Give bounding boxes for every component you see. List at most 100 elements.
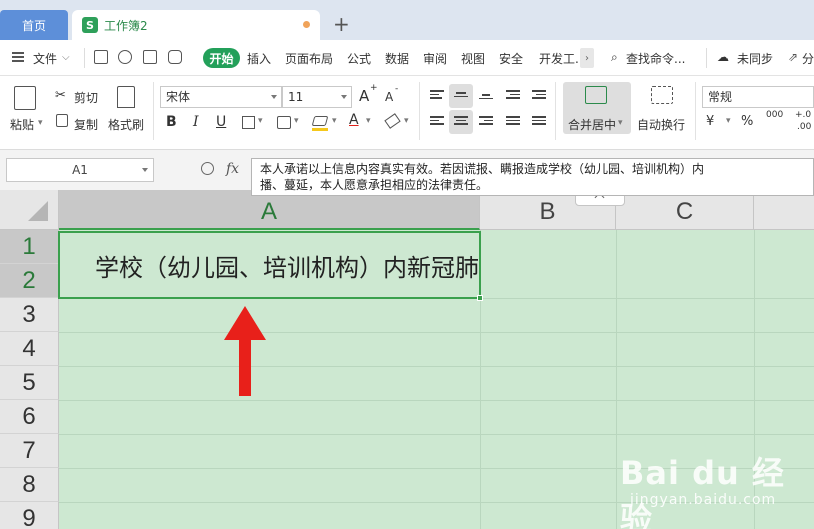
sync-status[interactable]: 未同步 — [737, 50, 773, 67]
cut-button[interactable]: 剪切 — [74, 89, 98, 106]
number-format-select[interactable]: 常规 — [702, 86, 814, 108]
font-name-select[interactable]: 宋体 — [160, 86, 282, 108]
chevron-down-icon[interactable]: ▾ — [258, 116, 263, 126]
row-header-2[interactable]: 2 — [0, 264, 59, 298]
row-header-9[interactable]: 9 — [0, 502, 59, 529]
chevron-down-icon[interactable]: ▾ — [294, 116, 299, 126]
menu-view[interactable]: 视图 — [461, 50, 485, 67]
menu-insert[interactable]: 插入 — [247, 50, 271, 67]
menu-review[interactable]: 审阅 — [423, 50, 447, 67]
formula-content[interactable]: 本人承诺以上信息内容真实有效。若因谎报、瞒报造成学校（幼儿园、培训机构）内 播、… — [251, 158, 814, 196]
menu-security[interactable]: 安全 — [499, 50, 523, 67]
zoom-icon[interactable] — [201, 162, 214, 175]
fill-color-icon[interactable] — [311, 116, 329, 126]
font-color-button[interactable]: A — [349, 112, 359, 128]
align-left-icon[interactable] — [430, 116, 444, 128]
distributed-align-icon[interactable] — [532, 116, 546, 128]
chevron-down-icon[interactable]: ▾ — [404, 116, 409, 126]
menu-data[interactable]: 数据 — [385, 50, 409, 67]
chevron-down-icon[interactable]: ▾ — [366, 116, 371, 126]
column-header-a[interactable]: A — [59, 190, 480, 230]
name-box[interactable]: A1 — [6, 158, 154, 182]
merge-center-button[interactable]: 合并居中 — [568, 116, 616, 133]
column-header-c[interactable]: C — [616, 190, 754, 230]
bold-button[interactable]: B — [166, 114, 177, 130]
divider — [419, 82, 420, 140]
font-name-value: 宋体 — [166, 90, 191, 104]
align-bottom-icon[interactable] — [479, 94, 493, 106]
cell-style-icon[interactable] — [277, 116, 291, 129]
undo-icon[interactable] — [118, 50, 132, 64]
font-size-select[interactable]: 11 — [282, 86, 352, 108]
eraser-icon[interactable] — [384, 113, 401, 129]
hamburger-icon[interactable] — [12, 52, 24, 62]
selected-cell-a1[interactable] — [58, 231, 483, 301]
chevron-down-icon[interactable]: ▾ — [332, 116, 337, 126]
share-label[interactable]: 分享 — [802, 50, 814, 67]
indent-increase-icon[interactable] — [532, 90, 546, 102]
tab-bar: 首页 S 工作簿2 + — [0, 0, 814, 40]
underline-button[interactable]: U — [216, 114, 226, 130]
align-right-icon[interactable] — [479, 116, 493, 128]
italic-button[interactable]: I — [193, 114, 199, 130]
align-top-icon[interactable] — [430, 90, 444, 102]
print-preview-icon[interactable] — [168, 50, 182, 64]
tab-home[interactable]: 首页 — [0, 10, 68, 40]
row-header-8[interactable]: 8 — [0, 468, 59, 502]
thousands-button[interactable]: 000 — [766, 110, 783, 120]
format-painter-button[interactable]: 格式刷 — [108, 116, 144, 133]
insert-function-button[interactable]: fx — [226, 161, 239, 177]
percent-button[interactable]: % — [741, 114, 753, 129]
save-icon[interactable] — [94, 50, 108, 64]
paste-icon[interactable] — [14, 86, 36, 110]
menu-formula[interactable]: 公式 — [347, 50, 371, 67]
wrap-text-button[interactable]: 自动换行 — [637, 116, 685, 133]
select-all-corner[interactable] — [0, 190, 59, 230]
new-tab-button[interactable]: + — [333, 12, 350, 36]
search-icon: ⌕ — [611, 50, 618, 64]
share-icon[interactable]: ⇗ — [788, 50, 798, 64]
row-header-3[interactable]: 3 — [0, 298, 59, 332]
chevron-right-icon[interactable]: › — [580, 48, 594, 68]
paste-button[interactable]: 粘贴 — [10, 116, 34, 133]
chevron-down-icon[interactable]: ▾ — [726, 116, 731, 126]
tab-workbook[interactable]: S 工作簿2 — [72, 10, 320, 40]
merge-center-icon[interactable] — [585, 86, 607, 104]
copy-button[interactable]: 复制 — [74, 116, 98, 133]
align-middle-icon[interactable] — [454, 92, 468, 104]
spreadsheet-icon: S — [82, 17, 98, 33]
scissors-icon: ✂ — [55, 88, 66, 103]
baidu-watermark: Bai du 经验 jingyan.baidu.com — [612, 448, 812, 529]
divider — [555, 82, 556, 140]
unsaved-dot-icon[interactable] — [303, 21, 310, 28]
row-header-4[interactable]: 4 — [0, 332, 59, 366]
decimal-increase-button[interactable]: +.0 — [795, 110, 811, 120]
menu-start[interactable]: 开始 — [203, 48, 240, 68]
row-header-7[interactable]: 7 — [0, 434, 59, 468]
baidu-logo: Bai du 经验 — [620, 454, 785, 529]
print-icon[interactable] — [143, 50, 157, 64]
row-header-1[interactable]: 1 — [0, 230, 59, 264]
cloud-icon: ☁ — [717, 50, 729, 64]
wrap-text-icon[interactable] — [651, 86, 673, 104]
chevron-down-icon[interactable]: ⌵ — [62, 52, 70, 63]
search-command[interactable]: 查找命令... — [626, 50, 685, 67]
chevron-down-icon[interactable]: ▾ — [38, 118, 43, 128]
plus-icon: + — [370, 83, 378, 93]
chevron-down-icon[interactable]: ▾ — [618, 118, 623, 128]
indent-decrease-icon[interactable] — [506, 90, 520, 102]
align-center-icon[interactable] — [454, 116, 468, 128]
currency-button[interactable]: ¥ — [706, 114, 714, 129]
borders-icon[interactable] — [242, 116, 255, 129]
font-grow-button[interactable]: A — [359, 87, 369, 105]
menu-developer[interactable]: 开发工... — [539, 50, 579, 67]
fill-handle[interactable] — [477, 295, 483, 301]
justify-icon[interactable] — [506, 116, 520, 128]
menu-file[interactable]: 文件 — [33, 50, 57, 67]
decimal-decrease-button[interactable]: .00 — [797, 122, 811, 132]
font-shrink-button[interactable]: A — [385, 90, 393, 104]
row-header-6[interactable]: 6 — [0, 400, 59, 434]
menu-page-layout[interactable]: 页面布局 — [285, 50, 333, 67]
column-header-d[interactable] — [754, 190, 814, 230]
row-header-5[interactable]: 5 — [0, 366, 59, 400]
